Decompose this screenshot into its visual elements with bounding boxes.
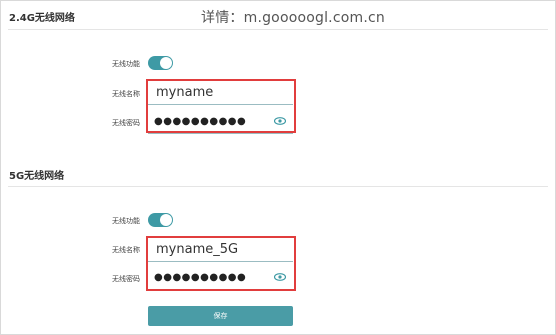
- highlight-box-5g: [146, 236, 296, 291]
- section-divider-2g: [8, 29, 548, 30]
- name-label-2g: 无线名称: [112, 90, 140, 98]
- toggle-knob: [160, 57, 172, 69]
- wireless-label-2g: 无线功能: [112, 60, 140, 68]
- save-button[interactable]: 保存: [148, 306, 293, 326]
- toggle-knob: [160, 214, 172, 226]
- password-label-5g: 无线密码: [112, 275, 140, 283]
- section-title-5g: 5G无线网络: [9, 171, 65, 182]
- name-label-5g: 无线名称: [112, 246, 140, 254]
- wireless-toggle-2g[interactable]: [148, 56, 173, 70]
- password-label-2g: 无线密码: [112, 119, 140, 127]
- highlight-box-2g: [146, 79, 296, 133]
- wireless-label-5g: 无线功能: [112, 217, 140, 225]
- wireless-toggle-5g[interactable]: [148, 213, 173, 227]
- section-divider-5g: [8, 186, 548, 187]
- watermark-text: 详情：m.gooooogl.com.cn: [201, 10, 385, 26]
- section-title-2g: 2.4G无线网络: [9, 13, 75, 24]
